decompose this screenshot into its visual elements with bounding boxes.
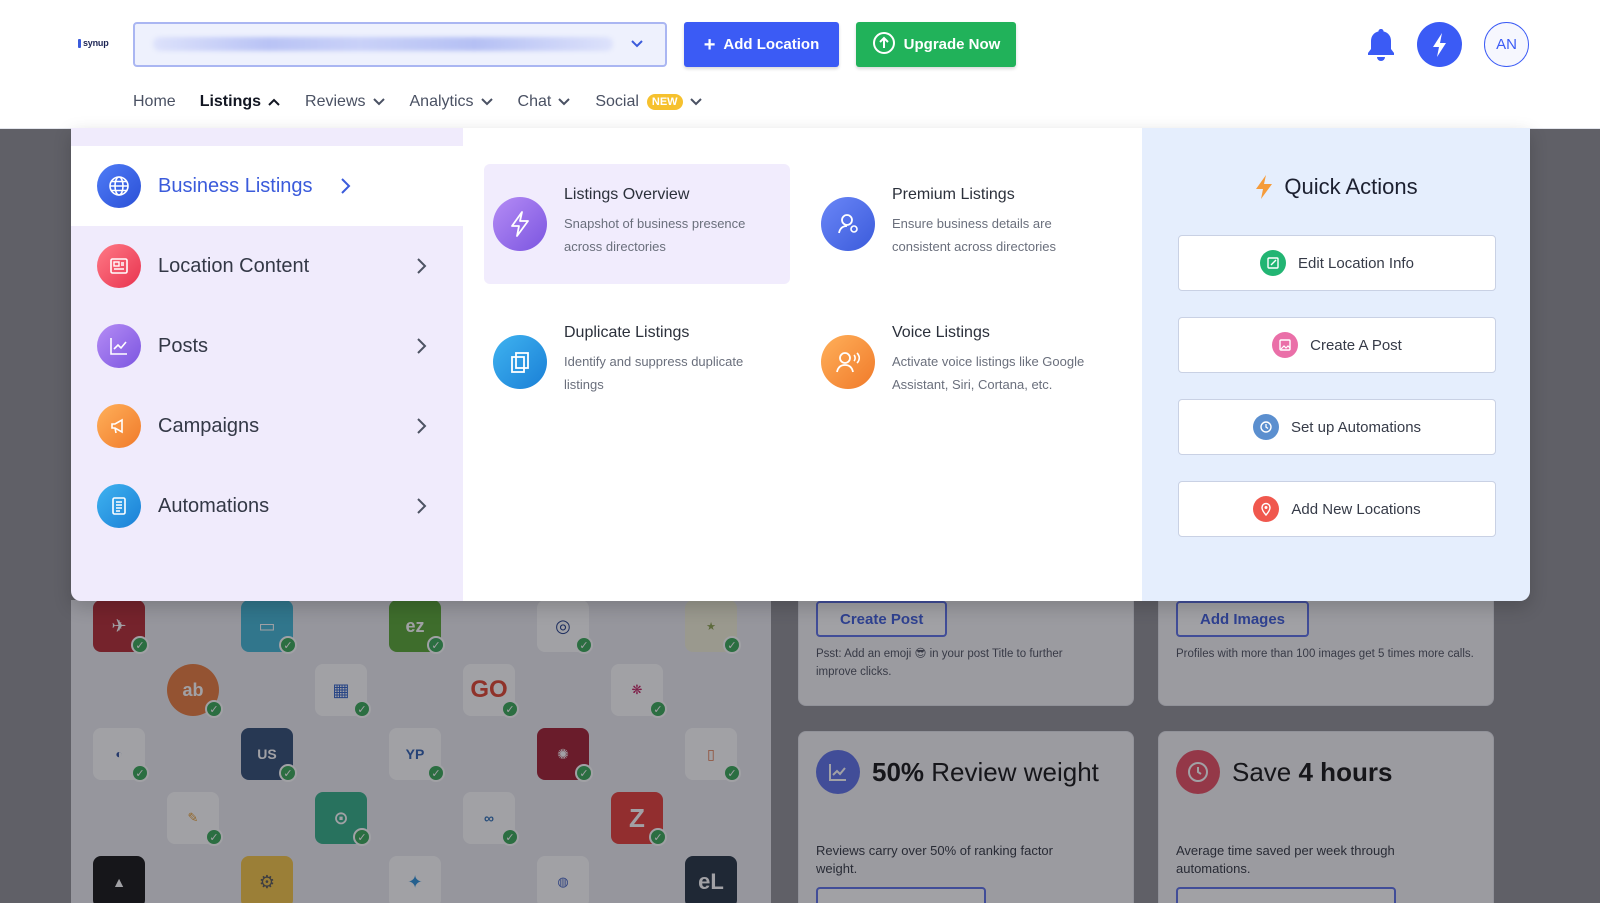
add-new-locations-label: Add New Locations — [1291, 500, 1421, 518]
bolt-icon — [1432, 32, 1446, 57]
logo-text: synup — [83, 38, 109, 48]
globe-icon — [97, 164, 141, 208]
edit-location-info-button[interactable]: Edit Location Info — [1178, 235, 1496, 291]
duplicate-listings-desc: Identify and suppress duplicate listings — [564, 354, 744, 392]
nav-home-label: Home — [133, 93, 176, 110]
nav-reviews[interactable]: Reviews — [305, 93, 385, 111]
premium-listings-desc: Ensure business details are consistent a… — [892, 216, 1057, 254]
chevron-right-icon — [339, 177, 351, 200]
user-avatar[interactable]: AN — [1484, 22, 1529, 67]
voice-listings-desc: Activate voice listings like Google Assi… — [892, 354, 1085, 392]
chevron-right-icon — [415, 417, 427, 440]
menu-business-listings-label: Business Listings — [158, 174, 313, 197]
megaphone-icon — [97, 404, 141, 448]
quick-actions-bolt-button[interactable] — [1417, 22, 1462, 67]
bell-icon[interactable] — [1365, 27, 1397, 63]
nav-analytics-label: Analytics — [409, 93, 474, 110]
top-header: synup + Add Location Upgrade Now AN Home… — [0, 0, 1600, 129]
edit-icon — [1260, 250, 1287, 276]
listings-overview-desc: Snapshot of business presence across dir… — [564, 216, 746, 254]
chevron-down-icon — [558, 98, 571, 106]
voice-listings-title: Voice Listings — [892, 324, 990, 341]
arrow-up-circle-icon — [872, 31, 896, 59]
plus-icon: + — [703, 33, 716, 56]
synup-logo[interactable]: synup — [78, 38, 109, 48]
menu-posts-label: Posts — [158, 334, 209, 357]
menu-premium-listings[interactable]: Premium Listings Ensure business details… — [812, 164, 1118, 284]
menu-location-content[interactable]: Location Content — [71, 226, 463, 306]
chevron-down-icon — [629, 35, 645, 56]
nav-listings-label: Listings — [199, 93, 262, 110]
image-icon — [1272, 332, 1299, 358]
nav-analytics[interactable]: Analytics — [410, 93, 494, 111]
location-pin-icon — [1253, 496, 1280, 522]
chevron-down-icon — [689, 98, 702, 106]
create-a-post-label: Create A Post — [1310, 336, 1402, 354]
menu-voice-listings[interactable]: Voice Listings Activate voice listings l… — [812, 302, 1118, 422]
menu-campaigns-label: Campaigns — [158, 414, 260, 437]
bolt-icon — [493, 197, 547, 251]
quick-actions-panel: Quick Actions Edit Location Info Create … — [1142, 128, 1530, 601]
create-a-post-button[interactable]: Create A Post — [1178, 317, 1496, 373]
edit-location-info-label: Edit Location Info — [1298, 254, 1414, 272]
upgrade-label: Upgrade Now — [903, 36, 1001, 53]
duplicate-listings-title: Duplicate Listings — [564, 324, 690, 341]
nav-social-label: Social — [595, 93, 639, 110]
menu-automations-label: Automations — [158, 494, 270, 517]
logo-mark-icon — [78, 38, 81, 48]
menu-categories: Business Listings Location Content Posts — [71, 128, 463, 601]
voice-user-icon — [821, 335, 875, 389]
location-select[interactable] — [133, 22, 667, 67]
nav-social[interactable]: Social NEW — [595, 93, 702, 111]
location-name-redacted — [153, 37, 613, 51]
menu-campaigns[interactable]: Campaigns — [71, 386, 463, 466]
menu-subitems: Listings Overview Snapshot of business p… — [463, 128, 1142, 601]
quick-actions-title: Quick Actions — [1284, 174, 1418, 199]
nav-home[interactable]: Home — [133, 93, 176, 111]
chevron-right-icon — [415, 337, 427, 360]
listings-overview-title: Listings Overview — [564, 186, 690, 203]
menu-duplicate-listings[interactable]: Duplicate Listings Identify and suppress… — [484, 302, 790, 422]
nav-chat-label: Chat — [517, 93, 552, 110]
chevron-right-icon — [415, 257, 427, 280]
quick-actions-heading: Quick Actions — [1142, 174, 1530, 200]
menu-listings-overview[interactable]: Listings Overview Snapshot of business p… — [484, 164, 790, 284]
newspaper-icon — [97, 244, 141, 288]
add-location-button[interactable]: + Add Location — [684, 22, 839, 67]
chevron-up-icon — [268, 98, 280, 106]
menu-posts[interactable]: Posts — [71, 306, 463, 386]
add-location-label: Add Location — [723, 36, 820, 53]
main-nav: Home Listings Reviews Analytics Chat Soc… — [133, 88, 727, 116]
premium-listings-title: Premium Listings — [892, 186, 1015, 203]
nav-reviews-label: Reviews — [305, 93, 366, 110]
bolt-icon — [1256, 175, 1273, 199]
listings-mega-menu: Business Listings Location Content Posts — [71, 128, 1530, 601]
menu-automations[interactable]: Automations — [71, 466, 463, 546]
person-pin-icon — [821, 197, 875, 251]
set-up-automations-label: Set up Automations — [1290, 418, 1422, 436]
chevron-down-icon — [372, 98, 385, 106]
nav-listings[interactable]: Listings — [200, 93, 281, 111]
copy-icon — [493, 335, 547, 389]
chevron-right-icon — [415, 497, 427, 520]
new-badge: NEW — [646, 94, 683, 110]
chart-line-icon — [97, 324, 141, 368]
document-icon — [97, 484, 141, 528]
set-up-automations-button[interactable]: Set up Automations — [1178, 399, 1496, 455]
clock-icon — [1252, 414, 1279, 440]
menu-location-content-label: Location Content — [158, 254, 310, 277]
upgrade-now-button[interactable]: Upgrade Now — [856, 22, 1016, 67]
chevron-down-icon — [480, 98, 493, 106]
menu-business-listings[interactable]: Business Listings — [71, 146, 463, 226]
add-new-locations-button[interactable]: Add New Locations — [1178, 481, 1496, 537]
nav-chat[interactable]: Chat — [518, 93, 572, 111]
